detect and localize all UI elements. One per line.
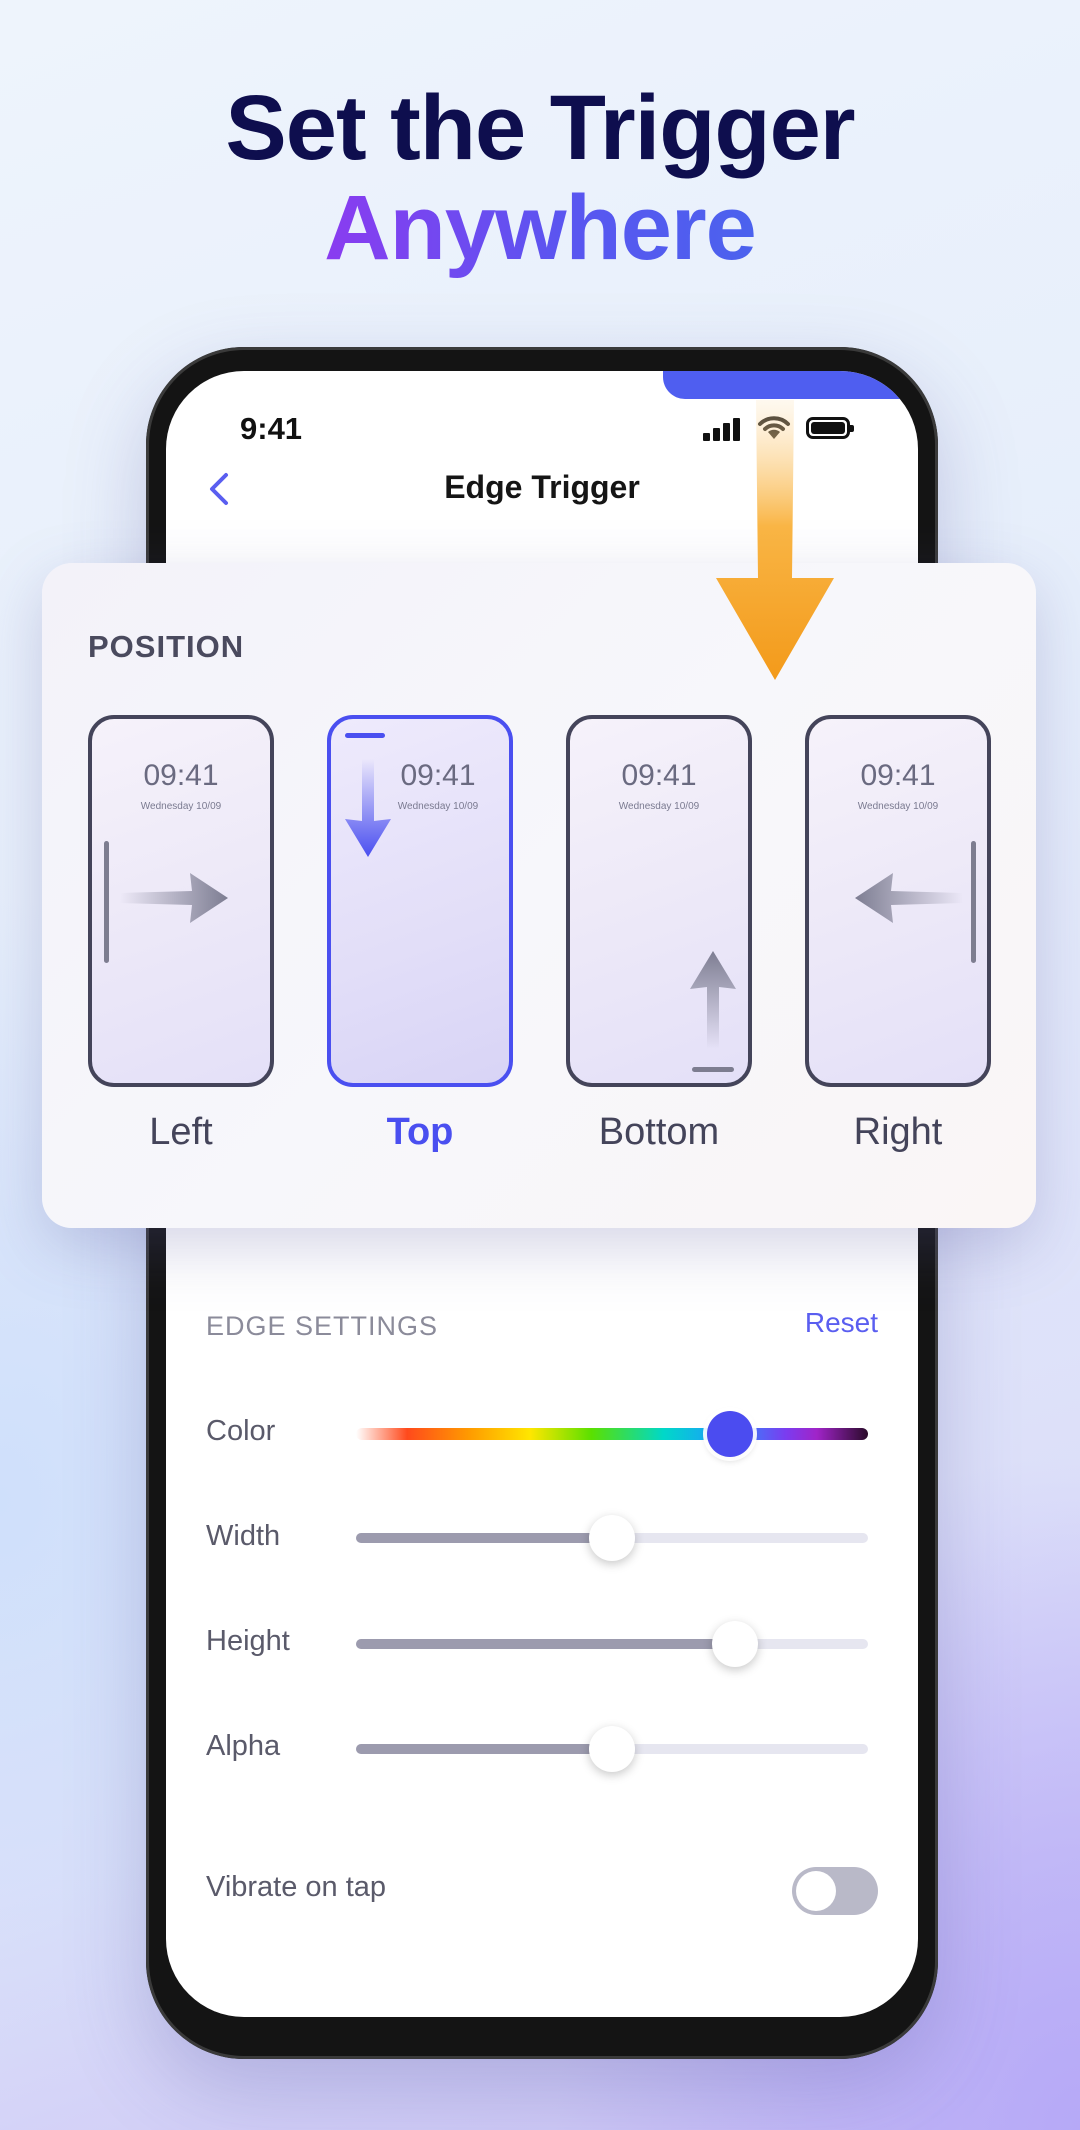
position-label-bottom: Bottom <box>598 1111 720 1153</box>
status-pill-indicator <box>663 371 918 399</box>
color-slider[interactable] <box>356 1428 868 1440</box>
edge-bar-left <box>104 841 109 963</box>
toggle-thumb <box>796 1871 836 1911</box>
position-option-left[interactable]: 09:41 Wednesday 10/09 <box>88 715 274 1087</box>
vibrate-label: Vibrate on tap <box>206 1871 387 1903</box>
color-label: Color <box>206 1415 276 1447</box>
position-label-left: Left <box>149 1111 213 1153</box>
height-slider-knob[interactable] <box>711 1621 758 1667</box>
edge-bar-top <box>345 733 385 738</box>
vibrate-toggle[interactable] <box>792 1867 878 1915</box>
alpha-slider-knob[interactable] <box>589 1726 635 1772</box>
height-label: Height <box>206 1625 290 1657</box>
color-slider-knob[interactable] <box>706 1411 753 1457</box>
position-option-bottom[interactable]: 09:41 Wednesday 10/09 <box>566 715 752 1087</box>
edge-settings-title: EDGE SETTINGS <box>206 1311 439 1341</box>
preview-date: Wednesday 10/09 <box>618 801 700 812</box>
preview-time: 09:41 <box>143 759 219 792</box>
preview-date: Wednesday 10/09 <box>140 801 222 812</box>
height-slider[interactable] <box>356 1639 868 1649</box>
preview-time: 09:41 <box>860 759 936 792</box>
position-card: POSITION 09:41 Wednesday 10/09 Left 09:4… <box>42 563 1036 1228</box>
headline-accent: Anywhere <box>324 177 757 279</box>
position-option-top[interactable]: 09:41 Wednesday 10/09 <box>327 715 513 1087</box>
position-title: POSITION <box>88 629 245 664</box>
arrow-up-icon <box>690 951 736 1049</box>
preview-time: 09:41 <box>621 759 697 792</box>
headline-line-1: Set the Trigger <box>225 77 855 179</box>
preview-date: Wednesday 10/09 <box>857 801 939 812</box>
edge-bar-bottom <box>692 1067 734 1072</box>
position-option-right[interactable]: 09:41 Wednesday 10/09 <box>805 715 991 1087</box>
edge-bar-right <box>971 841 976 963</box>
arrow-down-icon <box>345 759 391 857</box>
reset-button[interactable]: Reset <box>805 1307 878 1339</box>
arrow-down-icon <box>716 400 834 680</box>
status-time: 9:41 <box>240 411 303 446</box>
arrow-left-icon <box>855 873 963 923</box>
position-label-right: Right <box>853 1111 943 1153</box>
arrow-right-icon <box>120 873 228 923</box>
headline-line-2: Anywhere <box>0 178 1080 278</box>
width-slider-knob[interactable] <box>589 1515 635 1561</box>
position-label-top: Top <box>386 1111 454 1153</box>
width-label: Width <box>206 1520 281 1552</box>
alpha-label: Alpha <box>206 1730 281 1762</box>
